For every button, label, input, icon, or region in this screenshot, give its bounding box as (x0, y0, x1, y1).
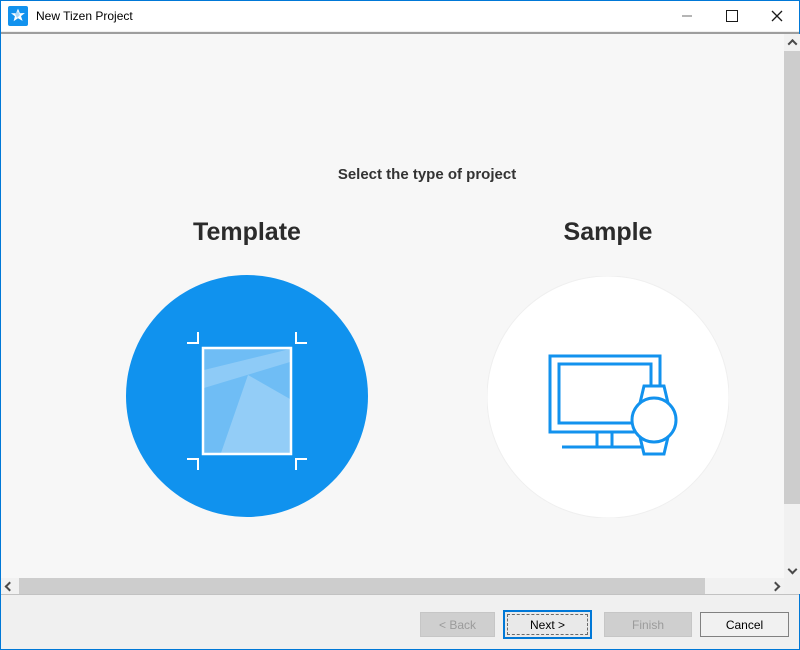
vertical-scrollbar[interactable] (784, 34, 800, 578)
chevron-right-icon (771, 581, 781, 591)
back-button[interactable]: < Back (420, 612, 495, 637)
new-tizen-project-window: { "window": { "title": "New Tizen Projec… (0, 0, 800, 650)
scroll-up-button[interactable] (784, 34, 800, 51)
tv-and-smartwatch-icon (487, 276, 729, 518)
maximize-icon (726, 10, 738, 22)
vertical-scroll-thumb[interactable] (784, 51, 800, 504)
option-label-sample: Sample (564, 218, 653, 247)
close-icon (771, 10, 783, 22)
next-button[interactable]: Next > (503, 610, 592, 639)
horizontal-scroll-thumb[interactable] (19, 578, 705, 594)
window-title: New Tizen Project (36, 9, 133, 23)
cancel-button[interactable]: Cancel (700, 612, 789, 637)
scroll-left-button[interactable] (1, 578, 18, 594)
minimize-icon (682, 15, 692, 17)
scroll-down-button[interactable] (784, 561, 800, 578)
wizard-button-bar: < Back Next > Finish Cancel (1, 594, 799, 649)
minimize-button[interactable] (664, 1, 709, 31)
option-label-template: Template (193, 218, 301, 247)
wizard-content: Select the type of project Template Samp… (1, 34, 784, 578)
finish-button[interactable]: Finish (604, 612, 692, 637)
close-button[interactable] (754, 1, 799, 31)
scrollbar-corner (784, 578, 800, 594)
page-title: Select the type of project (338, 166, 516, 183)
framed-rectangle-icon (126, 275, 368, 517)
chevron-down-icon (787, 565, 797, 575)
horizontal-scrollbar[interactable] (1, 578, 784, 594)
chevron-up-icon (787, 39, 797, 49)
chevron-left-icon (5, 581, 15, 591)
option-template[interactable] (126, 275, 368, 517)
tizen-logo-icon (8, 6, 28, 26)
window-controls (664, 1, 799, 31)
scroll-right-button[interactable] (767, 578, 784, 594)
option-sample[interactable] (487, 276, 729, 518)
titlebar[interactable]: New Tizen Project (1, 1, 799, 31)
maximize-button[interactable] (709, 1, 754, 31)
